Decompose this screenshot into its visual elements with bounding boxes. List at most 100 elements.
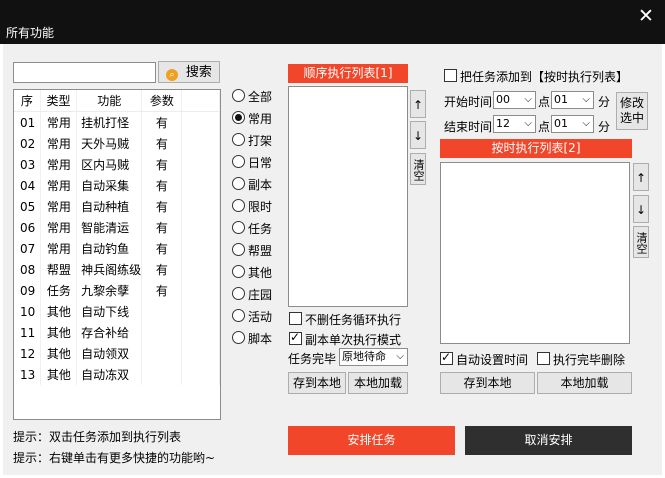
table-cell: 帮盟 bbox=[40, 259, 78, 280]
add-to-timed-label: 把任务添加到【按时执行列表】 bbox=[460, 70, 629, 84]
table-row[interactable]: 13 其他 自动冻双 bbox=[14, 364, 220, 385]
filter-label: 限时 bbox=[248, 200, 273, 214]
dungeon-single-label: 副本单次执行模式 bbox=[305, 333, 402, 347]
filter-label: 日常 bbox=[248, 156, 273, 170]
timed-list[interactable] bbox=[440, 162, 630, 344]
table-row[interactable]: 07 常用 自动钓鱼有 bbox=[14, 238, 220, 259]
filter-radio[interactable] bbox=[232, 133, 245, 146]
table-cell: 常用 bbox=[40, 154, 78, 175]
add-to-timed-checkbox[interactable] bbox=[444, 69, 457, 82]
sequence-up-button[interactable]: ↑ bbox=[410, 90, 426, 118]
table-cell: 常用 bbox=[40, 111, 78, 133]
auto-time-checkbox[interactable] bbox=[440, 350, 453, 365]
function-list[interactable]: 序 类型 功能 参数 01 常用 挂机打怪有 02 常用 天外马贼有 03 常用 区内马贼有 04… bbox=[13, 89, 221, 420]
complete-action-label: 任务完毕 bbox=[288, 352, 337, 366]
column-header[interactable]: 功能 bbox=[76, 90, 143, 112]
dungeon-single-checkbox[interactable] bbox=[289, 330, 302, 345]
sequence-load-button[interactable]: 本地加载 bbox=[348, 372, 408, 394]
filter-label: 全部 bbox=[248, 90, 273, 104]
sequence-down-button[interactable]: ↓ bbox=[410, 121, 426, 149]
table-cell: 存合补给 bbox=[76, 322, 143, 343]
table-cell: 09 bbox=[14, 280, 41, 301]
sequence-clear-button[interactable]: 清空 bbox=[410, 153, 426, 185]
complete-action-select[interactable]: 原地待命 ⌵ bbox=[339, 348, 408, 366]
filter-radio[interactable] bbox=[232, 155, 245, 168]
timed-up-button[interactable]: ↑ bbox=[633, 163, 649, 191]
hour-unit: 点 bbox=[538, 95, 551, 109]
filter-radio[interactable] bbox=[232, 89, 245, 102]
tip-right-click: 提示：右键单击有更多快捷的功能哟~ bbox=[13, 451, 216, 465]
filter-radio[interactable] bbox=[232, 111, 245, 124]
filter-label: 帮盟 bbox=[248, 244, 273, 258]
timed-list-header: 按时执行列表[2] bbox=[440, 139, 632, 158]
table-row[interactable]: 05 常用 自动种植有 bbox=[14, 196, 220, 217]
table-row[interactable]: 09 任务 九黎余孽有 bbox=[14, 280, 220, 301]
table-cell: 08 bbox=[14, 259, 41, 280]
start-hour-select[interactable]: 00 ⌵ bbox=[493, 91, 536, 109]
filter-radio[interactable] bbox=[232, 331, 245, 344]
filter-label: 庄园 bbox=[248, 288, 273, 302]
table-row[interactable]: 02 常用 天外马贼有 bbox=[14, 133, 220, 154]
hour-unit: 点 bbox=[538, 120, 551, 134]
table-cell: 12 bbox=[14, 343, 41, 364]
table-row[interactable]: 03 常用 区内马贼有 bbox=[14, 154, 220, 175]
search-button[interactable]: ⌕ 搜索 bbox=[158, 61, 220, 83]
delete-done-checkbox[interactable] bbox=[537, 352, 550, 365]
cancel-arrange-button[interactable]: 取消安排 bbox=[465, 426, 632, 455]
table-row[interactable]: 12 其他 自动领双 bbox=[14, 343, 220, 364]
table-cell: 有 bbox=[141, 196, 183, 217]
no-delete-loop-label: 不删任务循环执行 bbox=[305, 313, 402, 327]
table-cell: 有 bbox=[141, 280, 183, 301]
table-cell: 常用 bbox=[40, 133, 78, 154]
table-row[interactable]: 06 常用 智能清运有 bbox=[14, 217, 220, 238]
filter-radio[interactable] bbox=[232, 309, 245, 322]
table-row[interactable]: 04 常用 自动采集有 bbox=[14, 175, 220, 196]
table-row[interactable]: 01 常用 挂机打怪有 bbox=[14, 111, 220, 133]
table-cell: 其他 bbox=[40, 364, 78, 385]
table-cell: 常用 bbox=[40, 175, 78, 196]
modify-selected-button[interactable]: 修改 选中 bbox=[616, 92, 648, 130]
table-cell: 任务 bbox=[40, 280, 78, 301]
timed-save-button[interactable]: 存到本地 bbox=[440, 372, 535, 394]
filter-label: 任务 bbox=[248, 222, 273, 236]
table-row[interactable]: 11 其他 存合补给 bbox=[14, 322, 220, 343]
sequence-list[interactable] bbox=[288, 86, 408, 307]
filter-radio[interactable] bbox=[232, 177, 245, 190]
timed-load-button[interactable]: 本地加载 bbox=[537, 372, 632, 394]
table-cell: 有 bbox=[141, 238, 183, 259]
filter-label: 其他 bbox=[248, 266, 273, 280]
sequence-save-button[interactable]: 存到本地 bbox=[288, 372, 346, 394]
table-cell: 其他 bbox=[40, 301, 78, 322]
table-cell bbox=[141, 343, 183, 364]
column-header[interactable]: 参数 bbox=[141, 90, 183, 112]
table-cell: 自动领双 bbox=[76, 343, 143, 364]
filter-label: 副本 bbox=[248, 178, 273, 192]
table-cell: 01 bbox=[14, 111, 41, 133]
column-header[interactable]: 类型 bbox=[40, 90, 78, 112]
start-time-label: 开始时间 bbox=[444, 95, 493, 109]
no-delete-loop-checkbox[interactable] bbox=[289, 312, 302, 325]
table-cell: 自动采集 bbox=[76, 175, 143, 196]
filter-radio[interactable] bbox=[232, 199, 245, 212]
timed-clear-button[interactable]: 清空 bbox=[633, 226, 649, 258]
timed-down-button[interactable]: ↓ bbox=[633, 195, 649, 223]
tip-double-click: 提示：双击任务添加到执行列表 bbox=[13, 430, 182, 444]
search-input[interactable] bbox=[13, 62, 156, 83]
filter-radio[interactable] bbox=[232, 287, 245, 300]
table-cell: 有 bbox=[141, 111, 183, 133]
chevron-down-icon: ⌵ bbox=[396, 351, 404, 362]
table-cell: 07 bbox=[14, 238, 41, 259]
arrange-task-button[interactable]: 安排任务 bbox=[288, 426, 455, 455]
filter-radio[interactable] bbox=[232, 221, 245, 234]
end-min-select[interactable]: 01 ⌵ bbox=[551, 115, 594, 133]
column-header[interactable]: 序 bbox=[14, 90, 41, 112]
table-cell bbox=[141, 301, 183, 322]
filter-radio[interactable] bbox=[232, 243, 245, 256]
filter-radio[interactable] bbox=[232, 265, 245, 278]
start-min-select[interactable]: 01 ⌵ bbox=[551, 91, 594, 109]
end-hour-select[interactable]: 12 ⌵ bbox=[493, 115, 536, 133]
table-cell: 常用 bbox=[40, 196, 78, 217]
table-row[interactable]: 08 帮盟 神兵阁练级有 bbox=[14, 259, 220, 280]
close-icon[interactable]: ✕ bbox=[636, 6, 656, 26]
table-row[interactable]: 10 其他 自动下线 bbox=[14, 301, 220, 322]
